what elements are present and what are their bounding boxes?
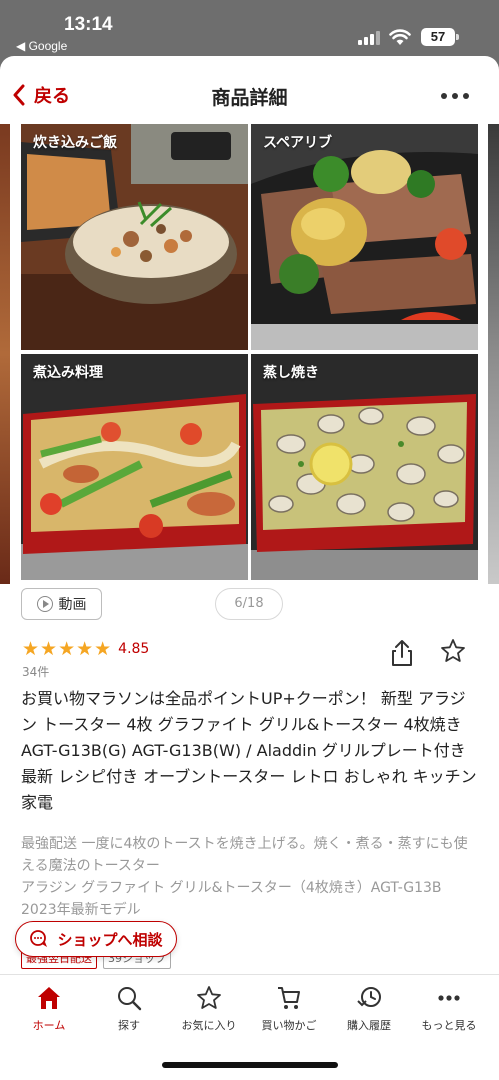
more-options-button[interactable]	[441, 93, 469, 99]
home-indicator[interactable]	[162, 1062, 338, 1068]
consult-label: ショップへ相談	[57, 930, 163, 949]
previous-image-peek[interactable]	[0, 124, 10, 584]
chat-icon	[30, 930, 48, 947]
rice-dish-image	[21, 124, 248, 350]
tile-label: スペアリブ	[263, 135, 333, 151]
cart-icon	[278, 987, 300, 1009]
consult-shop-button[interactable]: ショップへ相談	[15, 921, 177, 957]
tab-label: 買い物かご	[261, 1019, 317, 1032]
tab-favorites[interactable]: お気に入り	[169, 985, 249, 1033]
more-icon	[438, 995, 460, 1001]
product-description: 最強配送 一度に4枚のトーストを焼き上げる。焼く・煮る・蒸すにも使える魔法のトー…	[21, 836, 468, 918]
video-button[interactable]: 動画	[21, 588, 102, 620]
tab-purchase-history[interactable]: 購入履歴	[329, 985, 409, 1033]
tab-label: 購入履歴	[347, 1019, 391, 1032]
share-icon[interactable]	[390, 639, 414, 667]
gallery-tile-stew[interactable]: 煮込み料理	[21, 354, 248, 580]
battery-icon: 57	[421, 28, 459, 46]
rating-summary[interactable]: ★★★★★ 4.85	[22, 638, 149, 660]
gallery-tile-spareribs[interactable]: スペアリブ	[251, 124, 478, 350]
tab-search[interactable]: 探す	[89, 985, 169, 1033]
tab-label: ホーム	[32, 1019, 66, 1032]
gallery-tile-rice[interactable]: 炊き込みご飯	[21, 124, 248, 350]
wifi-icon	[389, 29, 411, 45]
signal-icon	[358, 31, 380, 45]
history-icon	[357, 987, 381, 1007]
tab-more[interactable]: もっと見る	[409, 985, 489, 1033]
spareribs-image	[251, 124, 478, 350]
search-icon	[118, 987, 142, 1011]
next-image-peek[interactable]	[488, 124, 499, 584]
review-count[interactable]: 34件	[22, 663, 49, 680]
star-icon	[197, 986, 221, 1009]
image-gallery[interactable]: 炊き込みご飯 スペアリブ 煮込み料理 蒸し焼き	[0, 124, 499, 584]
video-label: 動画	[58, 597, 87, 613]
stew-dish-image	[21, 354, 248, 580]
page-title: 商品詳細	[211, 87, 288, 109]
more-dots-icon	[441, 93, 447, 99]
back-to-app-link[interactable]: ◀ Google	[16, 39, 67, 53]
status-bar: 13:14 ◀ Google 57	[0, 0, 499, 58]
product-title: お買い物マラソンは全品ポイントUP+クーポン！ 新型 アラジン トースター 4枚…	[21, 689, 477, 812]
tab-label: 探す	[118, 1019, 140, 1032]
rating-value: 4.85	[118, 641, 150, 657]
tab-home[interactable]: ホーム	[9, 985, 89, 1033]
image-counter: 6/18	[215, 588, 283, 620]
home-icon	[38, 987, 60, 1009]
product-detail-sheet: 戻る 商品詳細 炊き込みご飯 スペアリブ 煮込み料理 蒸し焼き 動画 6/18 …	[0, 56, 499, 1080]
tab-label: もっと見る	[421, 1019, 477, 1032]
gallery-tile-steamed[interactable]: 蒸し焼き	[251, 354, 478, 580]
tab-label: お気に入り	[181, 1019, 237, 1032]
tile-label: 炊き込みご飯	[33, 135, 117, 151]
navigation-bar: 戻る 商品詳細	[0, 56, 499, 124]
tile-label: 蒸し焼き	[263, 365, 319, 381]
play-icon	[36, 596, 53, 612]
status-time: 13:14	[64, 14, 113, 35]
rating-stars: ★★★★★	[22, 638, 113, 660]
steamed-clams-image	[251, 354, 478, 580]
tab-cart[interactable]: 買い物かご	[249, 985, 329, 1033]
tile-label: 煮込み料理	[33, 365, 103, 381]
favorite-star-icon[interactable]	[440, 638, 466, 664]
